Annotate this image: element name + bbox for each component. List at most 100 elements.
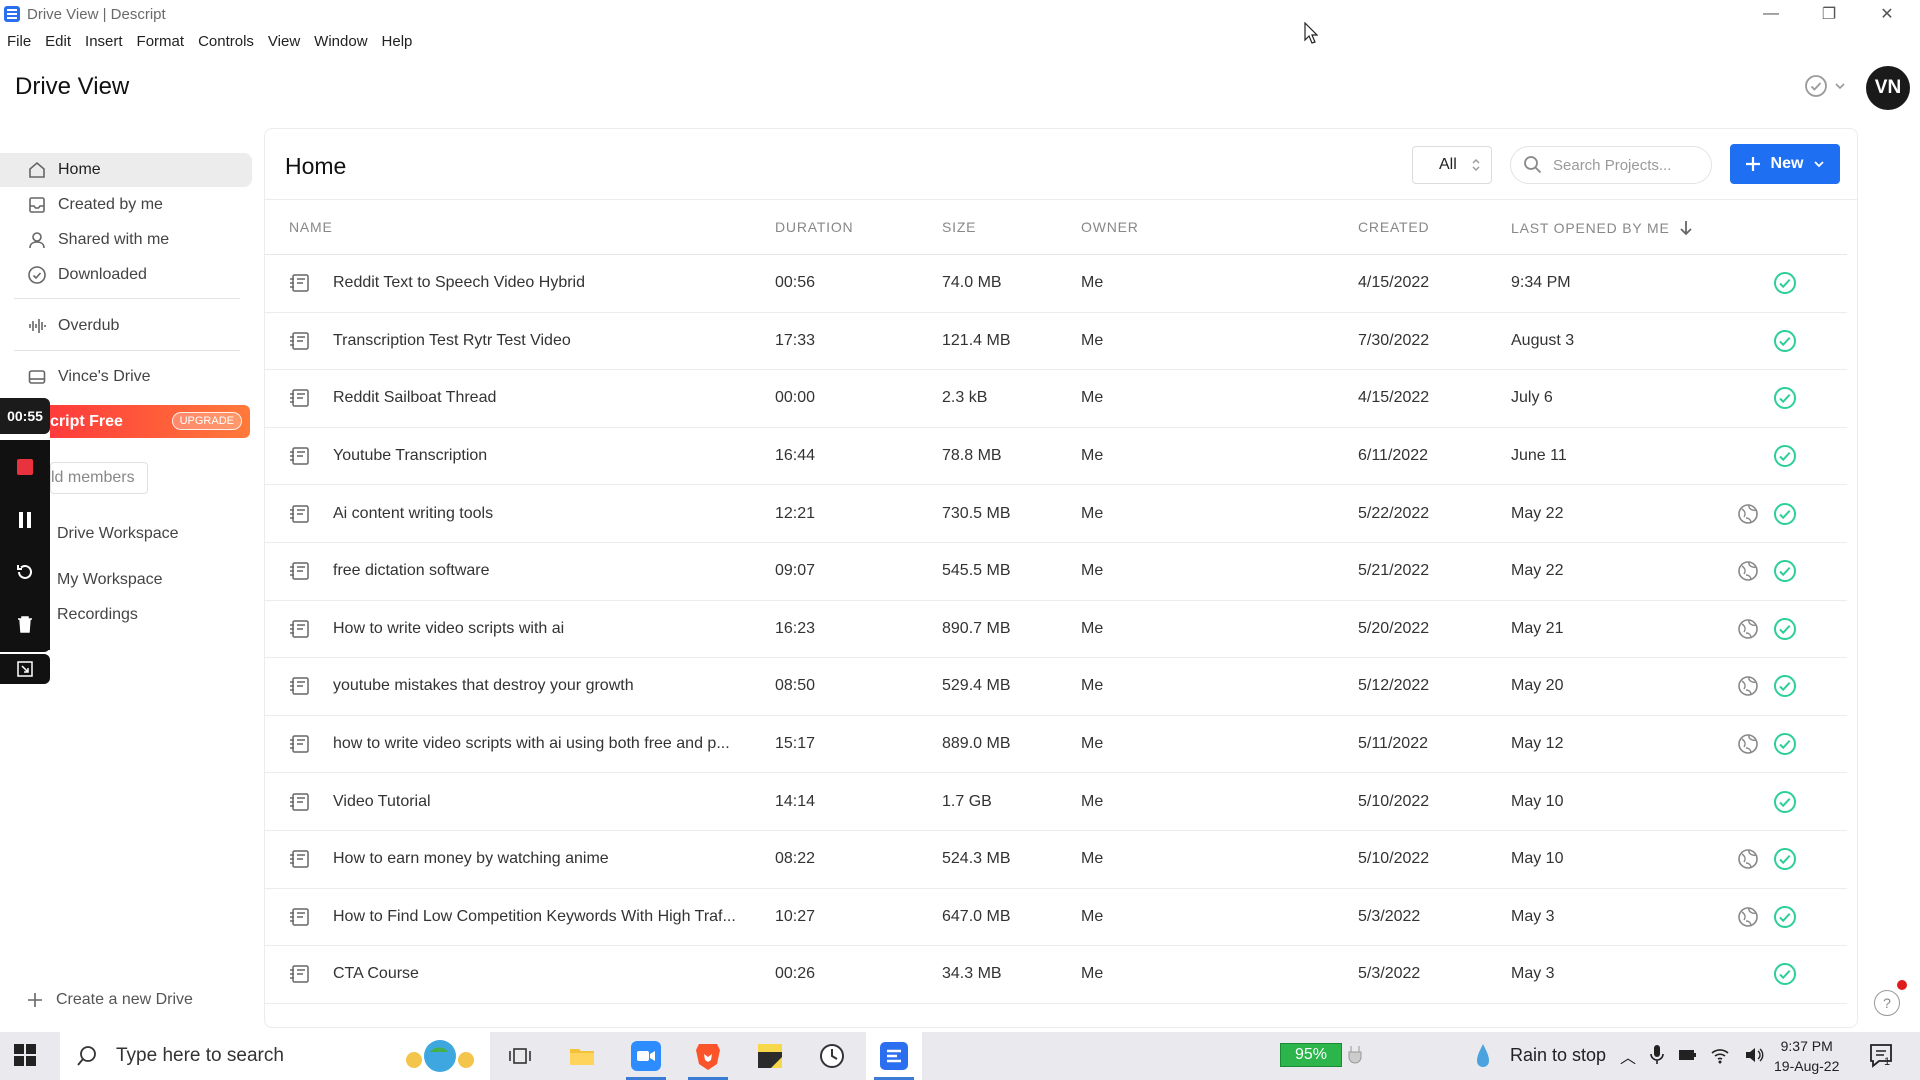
column-header-duration[interactable]: DURATION: [775, 219, 853, 235]
avatar[interactable]: VN: [1866, 66, 1910, 110]
sidebar-item-home[interactable]: Home: [0, 153, 252, 187]
globe-icon[interactable]: [1737, 618, 1759, 640]
sidebar-item-label: Downloaded: [58, 266, 147, 283]
project-name[interactable]: How to write video scripts with ai: [333, 620, 743, 638]
wifi-icon[interactable]: [1710, 1044, 1730, 1066]
new-button-label: New: [1770, 155, 1804, 172]
table-row[interactable]: how to write video scripts with ai using…: [265, 716, 1847, 774]
menu-view[interactable]: View: [261, 33, 307, 50]
table-row[interactable]: free dictation software 09:07 545.5 MB Me 5/…: [265, 543, 1847, 601]
menu-window[interactable]: Window: [307, 33, 374, 50]
project-name[interactable]: CTA Course: [333, 965, 743, 983]
microphone-icon[interactable]: [1650, 1044, 1664, 1066]
project-name[interactable]: Video Tutorial: [333, 793, 743, 811]
battery-icon[interactable]: [1678, 1044, 1697, 1066]
project-name[interactable]: Youtube Transcription: [333, 447, 743, 465]
table-row[interactable]: Video Tutorial 14:14 1.7 GB Me 5/10/2022 May …: [265, 773, 1847, 831]
table-row[interactable]: Transcription Test Rytr Test Video 17:33 1…: [265, 313, 1847, 371]
column-header-created[interactable]: CREATED: [1358, 219, 1429, 235]
sidebar-item-vinces-drive[interactable]: Vince's Drive: [0, 360, 252, 394]
search-input[interactable]: [1553, 156, 1703, 174]
project-name[interactable]: Transcription Test Rytr Test Video: [333, 332, 743, 350]
delete-recording-button[interactable]: [0, 598, 50, 650]
project-last-opened: August 3: [1511, 331, 1575, 349]
taskbar-clock[interactable]: 9:37 PM 19-Aug-22: [1774, 1036, 1839, 1076]
add-members-button[interactable]: ld members: [50, 462, 148, 494]
project-name[interactable]: Reddit Sailboat Thread: [333, 389, 743, 407]
project-name[interactable]: youtube mistakes that destroy your growt…: [333, 677, 743, 695]
project-name[interactable]: Ai content writing tools: [333, 505, 743, 523]
pause-recording-button[interactable]: [0, 494, 50, 546]
menu-file[interactable]: File: [0, 33, 38, 50]
globe-icon[interactable]: [1737, 503, 1759, 525]
table-row[interactable]: Reddit Text to Speech Video Hybrid 00:56 7…: [265, 255, 1847, 313]
start-button[interactable]: [14, 1044, 36, 1071]
sidebar-item-created-by-me[interactable]: Created by me: [0, 188, 252, 222]
project-duration: 16:23: [775, 619, 816, 637]
project-name[interactable]: How to earn money by watching anime: [333, 850, 743, 868]
column-header-name[interactable]: NAME: [289, 219, 333, 235]
sidebar-item-label: Shared with me: [58, 231, 170, 248]
table-row[interactable]: CTA Course 00:26 34.3 MB Me 5/3/2022 May 3: [265, 946, 1847, 1004]
restart-recording-button[interactable]: [0, 546, 50, 598]
brave-browser-button[interactable]: [680, 1032, 736, 1080]
sidebar-item-overdub[interactable]: Overdub: [0, 309, 252, 343]
table-row[interactable]: How to earn money by watching anime 08:22…: [265, 831, 1847, 889]
project-document-icon: [289, 734, 311, 754]
taskbar-search[interactable]: Type here to search: [60, 1032, 490, 1080]
project-name[interactable]: free dictation software: [333, 562, 743, 580]
file-explorer-button[interactable]: [554, 1032, 610, 1080]
menu-format[interactable]: Format: [130, 33, 192, 50]
battery-indicator[interactable]: 95%: [1280, 1043, 1342, 1067]
descript-icon: [880, 1042, 908, 1070]
table-row[interactable]: youtube mistakes that destroy your growt…: [265, 658, 1847, 716]
minimize-button[interactable]: —: [1742, 0, 1800, 28]
weather-text[interactable]: Rain to stop: [1510, 1045, 1606, 1066]
sticky-notes-button[interactable]: [742, 1032, 798, 1080]
globe-icon[interactable]: [1737, 906, 1759, 928]
globe-icon[interactable]: [1737, 848, 1759, 870]
globe-icon[interactable]: [1737, 560, 1759, 582]
column-header-size[interactable]: SIZE: [942, 219, 976, 235]
table-row[interactable]: Reddit Sailboat Thread 00:00 2.3 kB Me 4/15/…: [265, 370, 1847, 428]
table-row[interactable]: Youtube Transcription 16:44 78.8 MB Me 6/11/…: [265, 428, 1847, 486]
stop-recording-button[interactable]: [0, 440, 50, 494]
sidebar-item-shared-with-me[interactable]: Shared with me: [0, 223, 252, 257]
chevron-up-icon[interactable]: ︿: [1620, 1044, 1636, 1068]
table-row[interactable]: How to Find Low Competition Keywords Wit…: [265, 889, 1847, 947]
new-project-button[interactable]: New: [1730, 144, 1840, 184]
clock-app-button[interactable]: [804, 1032, 860, 1080]
table-row[interactable]: How to write video scripts with ai 16:23 8…: [265, 601, 1847, 659]
upgrade-badge[interactable]: UPGRADE: [171, 412, 242, 430]
menu-controls[interactable]: Controls: [191, 33, 261, 50]
filter-select[interactable]: All: [1412, 146, 1492, 184]
menu-help[interactable]: Help: [375, 33, 420, 50]
sidebar-item-label: Created by me: [58, 196, 163, 213]
notification-center-button[interactable]: 1: [1868, 1042, 1894, 1073]
project-created-date: 5/3/2022: [1358, 965, 1421, 983]
table-row[interactable]: Ai content writing tools 12:21 730.5 MB Me 5…: [265, 485, 1847, 543]
help-button[interactable]: ?: [1874, 990, 1900, 1016]
column-header-last-opened[interactable]: LAST OPENED BY ME: [1511, 219, 1694, 237]
close-button[interactable]: ✕: [1858, 0, 1916, 28]
sync-status-button[interactable]: [1804, 74, 1846, 98]
create-drive-button[interactable]: Create a new Drive: [26, 991, 193, 1009]
header-divider: [265, 199, 1857, 200]
menu-edit[interactable]: Edit: [38, 33, 78, 50]
speaker-icon[interactable]: [1744, 1044, 1764, 1066]
toggle-recorder-view-button[interactable]: [0, 654, 50, 684]
menu-insert[interactable]: Insert: [78, 33, 130, 50]
task-view-button[interactable]: [492, 1032, 548, 1080]
zoom-app-button[interactable]: [618, 1032, 674, 1080]
project-name[interactable]: Reddit Text to Speech Video Hybrid: [333, 274, 743, 292]
descript-app-button[interactable]: [866, 1032, 922, 1080]
search-box[interactable]: [1510, 146, 1712, 184]
globe-icon[interactable]: [1737, 733, 1759, 755]
sidebar-item-downloaded[interactable]: Downloaded: [0, 258, 252, 292]
project-name[interactable]: how to write video scripts with ai using…: [333, 735, 743, 753]
upgrade-banner[interactable]: cript Free UPGRADE: [50, 405, 250, 438]
maximize-button[interactable]: ❐: [1800, 0, 1858, 28]
globe-icon[interactable]: [1737, 675, 1759, 697]
column-header-owner[interactable]: OWNER: [1081, 219, 1139, 235]
project-name[interactable]: How to Find Low Competition Keywords Wit…: [333, 908, 743, 926]
